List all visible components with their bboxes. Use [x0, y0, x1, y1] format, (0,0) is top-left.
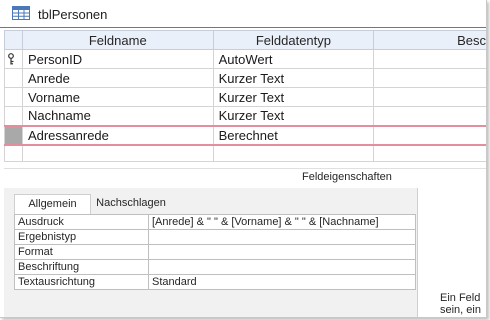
row-selector-active[interactable]	[4, 124, 23, 146]
description-cell[interactable]	[373, 87, 486, 107]
column-header-felddatentyp[interactable]: Felddatentyp	[212, 30, 375, 50]
window-title: tblPersonen	[38, 7, 108, 22]
primary-key-icon	[8, 52, 14, 64]
table-icon	[12, 6, 30, 20]
data-type-cell[interactable]	[212, 144, 375, 162]
table-row[interactable]: Anrede Kurzer Text	[4, 68, 486, 88]
property-value-input[interactable]: [Anrede] & " " & [Vorname] & " " & [Nach…	[148, 214, 416, 230]
table-design-window: tblPersonen Feldname Felddatentyp Besc P…	[0, 0, 487, 318]
property-value-input[interactable]	[148, 244, 416, 260]
property-value-input[interactable]	[148, 229, 416, 245]
document-tab[interactable]: tblPersonen	[0, 0, 486, 28]
column-header-feldname[interactable]: Feldname	[21, 30, 214, 50]
field-name-cell[interactable]: Adressanrede	[21, 124, 214, 146]
tab-nachschlagen[interactable]: Nachschlagen	[93, 194, 169, 214]
row-selector[interactable]	[4, 68, 23, 88]
field-name-cell[interactable]: PersonID	[21, 49, 214, 69]
property-row[interactable]: Beschriftung	[14, 259, 416, 275]
field-properties-title: Feldeigenschaften	[302, 171, 392, 183]
description-cell[interactable]	[373, 144, 486, 162]
data-type-cell[interactable]: Kurzer Text	[212, 68, 375, 88]
property-sheet: Ausdruck [Anrede] & " " & [Vorname] & " …	[14, 214, 416, 290]
field-name-cell[interactable]: Anrede	[21, 68, 214, 88]
help-line: Ein Feld	[440, 292, 481, 304]
description-cell[interactable]	[373, 106, 486, 126]
field-name-cell[interactable]: Vorname	[21, 87, 214, 107]
data-type-cell[interactable]: Kurzer Text	[212, 106, 375, 126]
field-design-grid: Feldname Felddatentyp Besc PersonID Auto…	[4, 30, 486, 162]
data-type-cell[interactable]: AutoWert	[212, 49, 375, 69]
property-help-text: Ein Feld sein, ein	[440, 292, 481, 316]
description-cell[interactable]	[373, 68, 486, 88]
column-header-beschreibung[interactable]: Besc	[373, 30, 486, 50]
description-cell[interactable]	[373, 124, 486, 146]
row-selector-header	[4, 30, 23, 50]
help-line: sein, ein	[440, 304, 481, 316]
property-label: Ausdruck	[14, 214, 149, 230]
table-row[interactable]: Nachname Kurzer Text	[4, 106, 486, 126]
property-row[interactable]: Ausdruck [Anrede] & " " & [Vorname] & " …	[14, 214, 416, 230]
data-type-cell[interactable]: Kurzer Text	[212, 87, 375, 107]
property-label: Beschriftung	[14, 259, 149, 275]
row-selector[interactable]	[4, 144, 23, 162]
property-label: Format	[14, 244, 149, 260]
property-row[interactable]: Ergebnistyp	[14, 229, 416, 245]
grid-header-row: Feldname Felddatentyp Besc	[4, 30, 486, 50]
property-label: Textausrichtung	[14, 274, 149, 290]
property-label: Ergebnistyp	[14, 229, 149, 245]
table-row[interactable]: PersonID AutoWert	[4, 49, 486, 69]
description-cell[interactable]	[373, 49, 486, 69]
table-row[interactable]: Vorname Kurzer Text	[4, 87, 486, 107]
row-selector[interactable]	[4, 49, 23, 69]
data-type-cell[interactable]: Berechnet	[212, 124, 375, 146]
field-name-cell[interactable]	[21, 144, 214, 162]
field-name-cell[interactable]: Nachname	[21, 106, 214, 126]
property-value-input[interactable]: Standard	[148, 274, 416, 290]
row-selector[interactable]	[4, 87, 23, 107]
table-row-empty[interactable]	[4, 144, 486, 162]
property-value-input[interactable]	[148, 259, 416, 275]
property-row[interactable]: Format	[14, 244, 416, 260]
property-row[interactable]: Textausrichtung Standard	[14, 274, 416, 290]
table-row-selected[interactable]: Adressanrede Berechnet	[4, 124, 486, 146]
row-selector[interactable]	[4, 106, 23, 126]
tab-allgemein[interactable]: Allgemein	[14, 194, 91, 214]
